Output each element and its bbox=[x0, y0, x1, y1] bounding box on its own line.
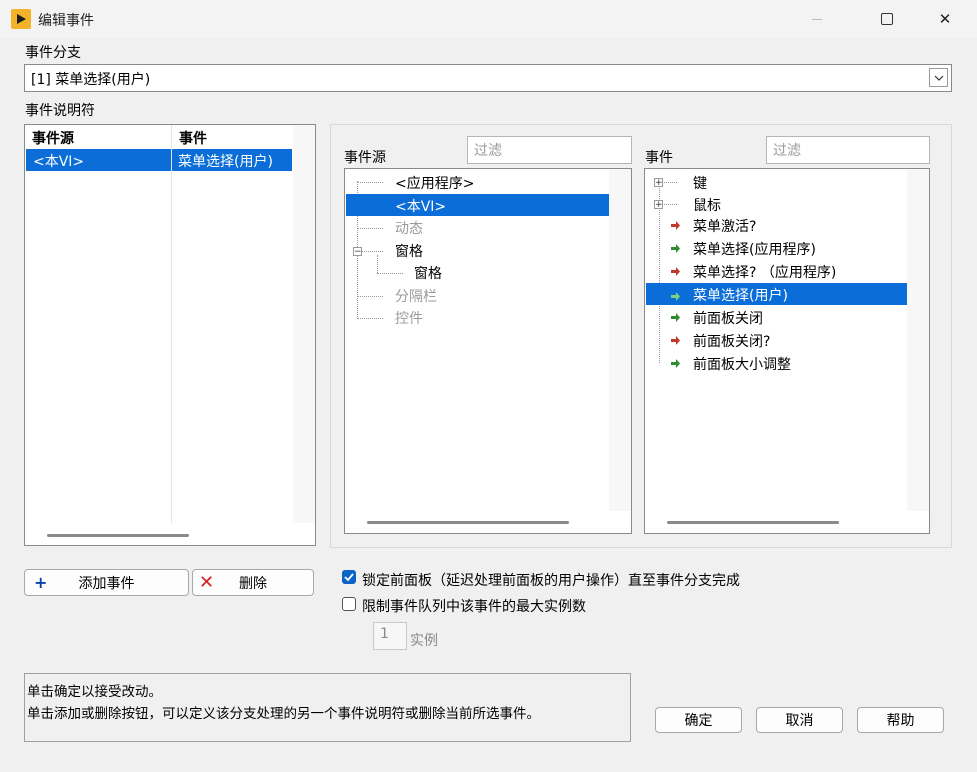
source-app[interactable]: <应用程序> bbox=[395, 173, 474, 193]
add-event-button[interactable]: + 添加事件 bbox=[24, 569, 189, 596]
event-sources-tree[interactable]: − <应用程序> <本VI> 动态 窗格 窗格 分隔栏 控件 bbox=[344, 168, 632, 534]
event-menu-select-user[interactable]: 菜单选择(用户) bbox=[646, 283, 907, 305]
source-this-vi[interactable]: <本VI> bbox=[346, 194, 609, 216]
filter-arrow-icon bbox=[671, 218, 680, 234]
table-row-source[interactable]: <本VI> bbox=[26, 149, 171, 171]
events-tree[interactable]: + + 键 鼠标 菜单激活? 菜单选择(应用程序) 菜单选择? （应用程序) 菜… bbox=[644, 168, 930, 534]
delete-x-icon: ✕ bbox=[199, 572, 215, 593]
column-header-event: 事件 bbox=[179, 131, 207, 147]
source-splitter: 分隔栏 bbox=[395, 289, 437, 305]
events-filter-input[interactable]: 过滤 bbox=[766, 136, 930, 164]
chevron-down-icon bbox=[934, 75, 943, 81]
help-button[interactable]: 帮助 bbox=[857, 707, 944, 733]
notify-arrow-icon bbox=[671, 310, 680, 326]
close-icon: ✕ bbox=[938, 10, 952, 28]
tree-filler bbox=[609, 169, 631, 511]
source-controls: 控件 bbox=[395, 311, 423, 327]
event-key[interactable]: 键 bbox=[693, 173, 707, 193]
collapse-icon[interactable]: − bbox=[353, 247, 362, 257]
instances-unit-label: 实例 bbox=[410, 633, 438, 649]
help-line-1: 单击确定以接受改动。 bbox=[27, 684, 162, 700]
check-icon bbox=[344, 573, 354, 582]
filter-arrow-icon bbox=[671, 333, 680, 349]
event-specifiers-label: 事件说明符 bbox=[25, 103, 95, 119]
event-case-value: [1] 菜单选择(用户) bbox=[31, 72, 151, 88]
sources-filter-input[interactable]: 过滤 bbox=[467, 136, 632, 164]
column-header-source: 事件源 bbox=[32, 131, 74, 147]
tree-line bbox=[357, 318, 383, 319]
event-menu-select-user-label: 菜单选择(用户) bbox=[693, 288, 788, 304]
limit-queue-label: 限制事件队列中该事件的最大实例数 bbox=[362, 599, 586, 615]
tree-line bbox=[377, 273, 403, 274]
maximize-icon bbox=[881, 13, 893, 25]
source-pane-child[interactable]: 窗格 bbox=[414, 263, 442, 283]
lock-panel-checkbox[interactable] bbox=[342, 570, 356, 584]
event-menu-select-app-filter[interactable]: 菜单选择? （应用程序) bbox=[693, 262, 836, 282]
event-panel-close[interactable]: 前面板关闭 bbox=[693, 308, 763, 328]
event-mouse[interactable]: 鼠标 bbox=[693, 195, 721, 215]
column-divider bbox=[171, 125, 172, 523]
tree-line bbox=[357, 182, 383, 183]
table-filler bbox=[293, 125, 315, 523]
expand-icon[interactable]: + bbox=[654, 200, 663, 210]
notify-arrow-icon bbox=[671, 241, 680, 257]
event-panel-close-filter[interactable]: 前面板关闭? bbox=[693, 331, 770, 351]
notify-arrow-icon bbox=[671, 289, 680, 305]
dropdown-toggle[interactable] bbox=[929, 68, 948, 87]
horizontal-scrollbar[interactable] bbox=[47, 534, 189, 537]
tree-filler bbox=[907, 169, 929, 511]
cell-source: <本VI> bbox=[33, 154, 85, 170]
sources-horizontal-scrollbar[interactable] bbox=[367, 521, 569, 524]
event-menu-activation[interactable]: 菜单激活? bbox=[693, 216, 756, 236]
tree-line bbox=[377, 255, 378, 273]
event-sources-label: 事件源 bbox=[344, 150, 386, 166]
add-event-label: 添加事件 bbox=[78, 575, 135, 592]
close-button[interactable]: ✕ bbox=[922, 0, 968, 38]
event-menu-select-app[interactable]: 菜单选择(应用程序) bbox=[693, 239, 816, 259]
tree-line bbox=[357, 228, 383, 229]
limit-queue-checkbox[interactable] bbox=[342, 597, 356, 611]
lock-panel-label: 锁定前面板（延迟处理前面板的用户操作）直至事件分支完成 bbox=[362, 573, 740, 589]
events-horizontal-scrollbar[interactable] bbox=[667, 521, 839, 524]
source-dynamic: 动态 bbox=[395, 221, 423, 237]
events-label: 事件 bbox=[645, 150, 673, 166]
ok-button[interactable]: 确定 bbox=[655, 707, 742, 733]
notify-arrow-icon bbox=[671, 356, 680, 372]
tree-line bbox=[357, 296, 383, 297]
maximize-button[interactable] bbox=[864, 0, 910, 38]
minimize-button[interactable] bbox=[794, 0, 840, 38]
plus-icon: + bbox=[34, 573, 48, 592]
cell-event: 菜单选择(用户) bbox=[178, 154, 273, 170]
expand-icon[interactable]: + bbox=[654, 178, 663, 188]
help-text-box: 单击确定以接受改动。 单击添加或删除按钮，可以定义该分支处理的另一个事件说明符或… bbox=[24, 673, 631, 742]
event-case-label: 事件分支 bbox=[25, 45, 81, 61]
source-pane[interactable]: 窗格 bbox=[395, 241, 423, 261]
event-panel-resize[interactable]: 前面板大小调整 bbox=[693, 354, 791, 374]
cancel-button[interactable]: 取消 bbox=[756, 707, 843, 733]
labview-app-icon bbox=[11, 9, 31, 29]
window-title: 编辑事件 bbox=[38, 13, 94, 29]
instances-input: 1 bbox=[373, 622, 407, 650]
delete-button[interactable]: ✕ 删除 bbox=[192, 569, 314, 596]
event-case-dropdown[interactable]: [1] 菜单选择(用户) bbox=[24, 64, 952, 92]
delete-label: 删除 bbox=[239, 575, 267, 592]
filter-arrow-icon bbox=[671, 264, 680, 280]
table-row-event[interactable]: 菜单选择(用户) bbox=[172, 149, 292, 171]
source-this-vi-label: <本VI> bbox=[395, 199, 447, 215]
help-line-2: 单击添加或删除按钮，可以定义该分支处理的另一个事件说明符或删除当前所选事件。 bbox=[27, 706, 540, 722]
minimize-icon bbox=[812, 18, 822, 20]
event-specifiers-table[interactable]: 事件源 事件 <本VI> 菜单选择(用户) bbox=[24, 124, 316, 546]
